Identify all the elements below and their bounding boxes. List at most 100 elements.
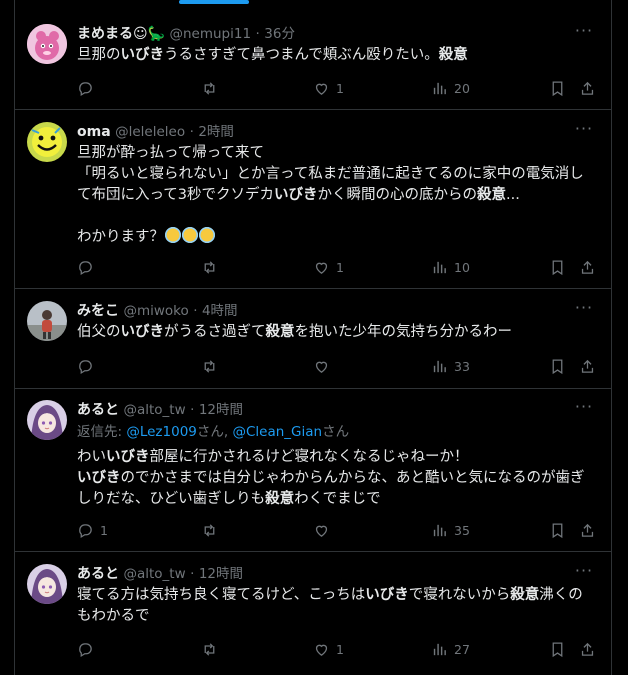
bookmark-button[interactable] — [549, 256, 566, 278]
highlighted-keyword: 殺意 — [265, 491, 295, 507]
avatar[interactable] — [27, 122, 67, 162]
tweet[interactable]: あると @alto_tw · 12時間 ··· 返信先: @Lez1009さん,… — [15, 389, 611, 552]
timestamp[interactable]: 2時間 — [198, 124, 234, 140]
display-name[interactable]: oma — [77, 124, 111, 140]
timestamp[interactable]: 12時間 — [199, 566, 243, 582]
bookmark-button[interactable] — [549, 638, 566, 660]
more-options-icon[interactable]: ··· — [573, 23, 595, 44]
views-icon — [433, 82, 446, 94]
mention-link[interactable]: @Lez1009 — [126, 424, 197, 440]
highlighted-keyword: いびき — [365, 587, 409, 603]
share-button[interactable] — [579, 77, 596, 99]
tweet[interactable]: あると @alto_tw · 12時間 ··· 寝てる方は気持ち良く寝てるけど、… — [15, 552, 611, 675]
highlighted-keyword: いびき — [274, 187, 318, 203]
text-segment: わくでまじで — [294, 491, 381, 507]
views-button[interactable]: 27 — [431, 638, 470, 660]
active-tab-indicator — [179, 0, 249, 4]
tweet-text: わいいびき部屋に行かされるけど寝れなくなるじゃねーか！ いびきのでかさまでは自分… — [77, 447, 597, 510]
text-segment: うるさすぎて鼻つまんで頬ぶん殴りたい。 — [164, 47, 439, 63]
share-button[interactable] — [579, 638, 596, 660]
more-options-icon[interactable]: ··· — [573, 563, 595, 584]
share-button[interactable] — [579, 519, 596, 541]
avatar[interactable] — [27, 24, 67, 64]
retweet-button[interactable] — [201, 355, 224, 377]
handle[interactable]: @leleleleo — [115, 124, 185, 140]
bookmark-icon — [552, 80, 563, 96]
bookmark-button[interactable] — [549, 77, 566, 99]
bookmark-button[interactable] — [549, 355, 566, 377]
handle[interactable]: @miwoko — [123, 303, 188, 319]
bookmark-icon — [552, 358, 563, 374]
retweet-button[interactable] — [201, 519, 224, 541]
highlighted-keyword: 殺意 — [265, 324, 295, 340]
separator: · — [255, 26, 260, 42]
highlighted-keyword: 殺意 — [477, 187, 506, 203]
timestamp[interactable]: 4時間 — [202, 303, 238, 319]
timestamp[interactable]: 36分 — [264, 26, 295, 42]
tweet[interactable]: みをこ @miwoko · 4時間 ··· 伯父のいびきがうるさ過ぎて殺意を抱い… — [15, 289, 611, 389]
share-button[interactable] — [579, 256, 596, 278]
more-options-icon[interactable]: ··· — [573, 121, 595, 142]
handle[interactable]: @alto_tw — [123, 402, 185, 418]
reply-button[interactable] — [77, 638, 100, 660]
reply-button[interactable] — [77, 77, 100, 99]
more-options-icon[interactable]: ··· — [573, 399, 595, 420]
display-name[interactable]: あると — [77, 566, 119, 582]
reply-button[interactable] — [77, 256, 100, 278]
like-button[interactable] — [313, 519, 336, 541]
retweet-button[interactable] — [201, 638, 224, 660]
text-segment: 伯父の — [77, 324, 121, 340]
handle[interactable]: @nemupi11 — [169, 26, 251, 42]
like-button[interactable]: 1 — [313, 638, 344, 660]
tweet-text: 旦那のいびきうるさすぎて鼻つまんで頬ぶん殴りたい。殺意 — [77, 45, 597, 66]
retweet-icon — [204, 359, 215, 373]
display-name[interactable]: まめまる☺🦕 — [77, 26, 165, 42]
share-icon — [581, 359, 594, 373]
display-name[interactable]: みをこ — [77, 303, 119, 319]
views-button[interactable]: 33 — [431, 355, 470, 377]
views-button[interactable]: 20 — [431, 77, 470, 99]
text-segment: 旦那の — [77, 47, 121, 63]
retweet-button[interactable] — [201, 256, 224, 278]
more-options-icon[interactable]: ··· — [573, 300, 595, 321]
tweet[interactable]: oma @leleleleo · 2時間 ··· 旦那が酔っ払って帰って来て 「… — [15, 110, 611, 289]
views-icon — [433, 360, 446, 372]
handle[interactable]: @alto_tw — [123, 566, 185, 582]
reply-suffix: さん — [322, 424, 350, 440]
mention-link[interactable]: @Clean_Gian — [232, 424, 322, 440]
bookmark-button[interactable] — [549, 519, 566, 541]
reply-button[interactable] — [77, 355, 100, 377]
like-button[interactable] — [313, 355, 336, 377]
retweet-button[interactable] — [201, 77, 224, 99]
highlighted-keyword: 殺意 — [438, 47, 468, 63]
view-count: 35 — [454, 522, 470, 538]
like-button[interactable]: 1 — [313, 256, 344, 278]
text-segment: 寝てる方は気持ち良く寝てるけど、こっちは — [77, 587, 366, 603]
tweet[interactable]: まめまる☺🦕 @nemupi11 · 36分 ··· 旦那のいびきうるさすぎて鼻… — [15, 12, 611, 110]
avatar[interactable] — [27, 564, 67, 604]
avatar[interactable] — [27, 400, 67, 440]
timestamp[interactable]: 12時間 — [199, 402, 243, 418]
display-name[interactable]: あると — [77, 402, 119, 418]
separator: · — [189, 124, 194, 140]
reply-button[interactable]: 1 — [77, 519, 108, 541]
heart-icon — [315, 525, 328, 537]
views-button[interactable]: 35 — [431, 519, 470, 541]
timeline-column: まめまる☺🦕 @nemupi11 · 36分 ··· 旦那のいびきうるさすぎて鼻… — [14, 0, 612, 675]
share-icon — [581, 642, 594, 656]
reply-icon — [79, 642, 92, 657]
tweet-header: oma @leleleleo · 2時間 ··· — [77, 121, 601, 142]
bookmark-icon — [552, 259, 563, 275]
text-segment: かく瞬間の心の底からの — [317, 187, 478, 203]
tweet-header: まめまる☺🦕 @nemupi11 · 36分 ··· — [77, 23, 601, 44]
action-bar: 33 — [77, 355, 605, 377]
like-button[interactable]: 1 — [313, 77, 344, 99]
tweet-header: あると @alto_tw · 12時間 ··· — [77, 563, 601, 584]
avatar[interactable] — [27, 301, 67, 341]
retweet-icon — [204, 642, 215, 656]
views-button[interactable]: 10 — [431, 256, 470, 278]
view-count: 10 — [454, 259, 470, 275]
view-count: 20 — [454, 80, 470, 96]
reply-middle: さん, — [196, 424, 233, 440]
share-button[interactable] — [579, 355, 596, 377]
